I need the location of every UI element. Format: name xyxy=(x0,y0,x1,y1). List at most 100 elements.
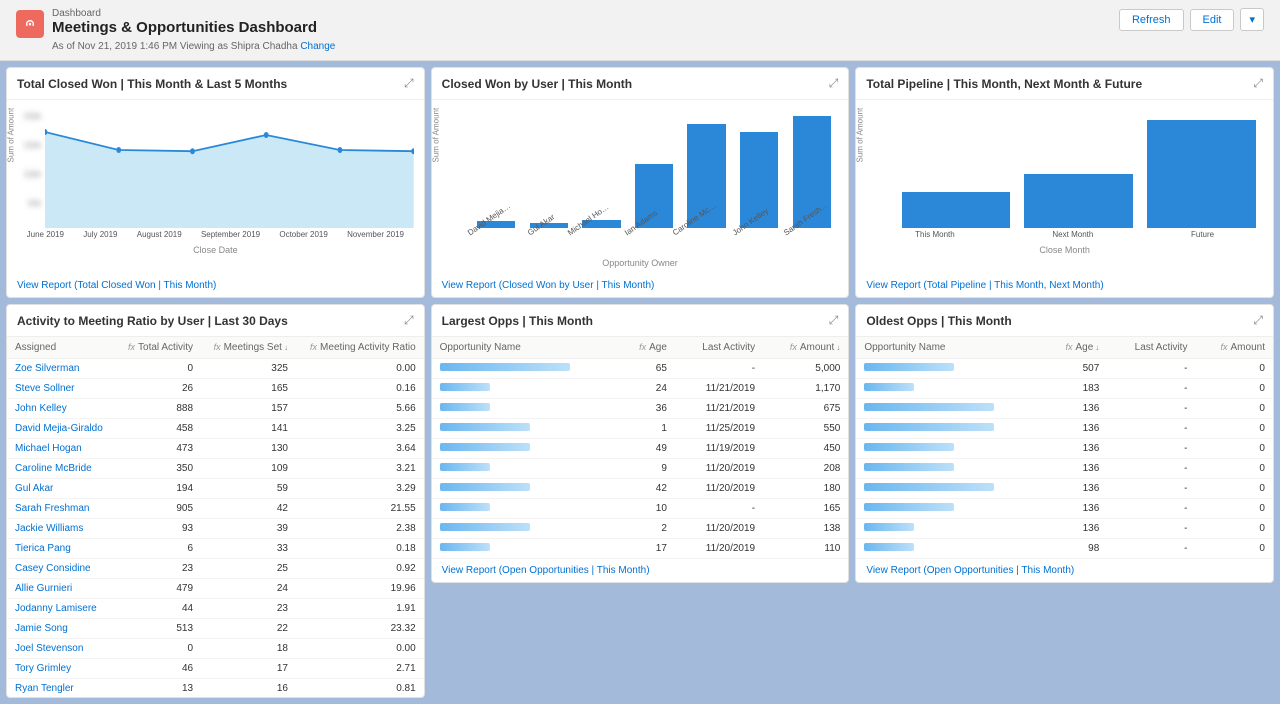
opp-name-redacted[interactable] xyxy=(864,403,994,411)
col-age[interactable]: fxAge↓ xyxy=(1043,337,1107,359)
table-row[interactable]: Steve Sollner261650.16 xyxy=(7,379,424,399)
table-row[interactable]: Sarah Freshman9054221.55 xyxy=(7,499,424,519)
col-assigned[interactable]: Assigned xyxy=(7,337,116,359)
view-report-link[interactable]: View Report (Open Opportunities | This M… xyxy=(432,559,849,582)
expand-icon[interactable]: ⤢ xyxy=(829,313,839,328)
view-report-link[interactable]: View Report (Total Closed Won | This Mon… xyxy=(7,274,424,297)
table-row[interactable]: 136-0 xyxy=(856,459,1273,479)
table-row[interactable]: 507-0 xyxy=(856,359,1273,379)
user-link[interactable]: Casey Considine xyxy=(15,563,91,574)
table-row[interactable]: David Mejia-Giraldo4581413.25 xyxy=(7,419,424,439)
table-row[interactable]: 111/25/2019550 xyxy=(432,419,849,439)
table-row[interactable]: 136-0 xyxy=(856,439,1273,459)
user-link[interactable]: Gul Akar xyxy=(15,483,53,494)
opp-name-redacted[interactable] xyxy=(440,443,530,451)
table-row[interactable]: Jodanny Lamisere44231.91 xyxy=(7,599,424,619)
table-row[interactable]: 3611/21/2019675 xyxy=(432,399,849,419)
table-row[interactable]: 911/20/2019208 xyxy=(432,459,849,479)
change-link[interactable]: Change xyxy=(300,41,335,52)
user-link[interactable]: Ryan Tengler xyxy=(15,683,74,694)
table-row[interactable]: Ryan Tengler13160.81 xyxy=(7,679,424,698)
view-report-link[interactable]: View Report (Open Opportunities | This M… xyxy=(856,559,1273,582)
col-amount[interactable]: fxAmount↓ xyxy=(763,337,848,359)
col-total-activity[interactable]: fxTotal Activity xyxy=(116,337,201,359)
table-row[interactable]: Joel Stevenson0180.00 xyxy=(7,639,424,659)
table-row[interactable]: Casey Considine23250.92 xyxy=(7,559,424,579)
col-age[interactable]: fxAge xyxy=(619,337,675,359)
table-row[interactable]: 4911/19/2019450 xyxy=(432,439,849,459)
opp-name-redacted[interactable] xyxy=(440,423,530,431)
table-row[interactable]: 98-0 xyxy=(856,539,1273,559)
table-row[interactable]: Caroline McBride3501093.21 xyxy=(7,459,424,479)
table-row[interactable]: 1711/20/2019110 xyxy=(432,539,849,559)
opp-name-redacted[interactable] xyxy=(864,463,954,471)
expand-icon[interactable]: ⤢ xyxy=(404,313,414,328)
user-link[interactable]: John Kelley xyxy=(15,403,67,414)
table-row[interactable]: John Kelley8881575.66 xyxy=(7,399,424,419)
opp-name-redacted[interactable] xyxy=(864,523,914,531)
table-row[interactable]: Gul Akar194593.29 xyxy=(7,479,424,499)
table-row[interactable]: Tory Grimley46172.71 xyxy=(7,659,424,679)
opp-name-redacted[interactable] xyxy=(440,483,530,491)
opp-name-redacted[interactable] xyxy=(864,383,914,391)
opp-name-redacted[interactable] xyxy=(440,463,490,471)
table-row[interactable]: Zoe Silverman03250.00 xyxy=(7,359,424,379)
col-opp-name[interactable]: Opportunity Name xyxy=(432,337,619,359)
view-report-link[interactable]: View Report (Closed Won by User | This M… xyxy=(432,274,849,297)
table-row[interactable]: 136-0 xyxy=(856,479,1273,499)
opp-name-redacted[interactable] xyxy=(440,523,530,531)
table-row[interactable]: 136-0 xyxy=(856,419,1273,439)
user-link[interactable]: Tierica Pang xyxy=(15,543,71,554)
opp-name-redacted[interactable] xyxy=(864,443,954,451)
table-row[interactable]: 136-0 xyxy=(856,399,1273,419)
table-row[interactable]: 136-0 xyxy=(856,499,1273,519)
table-row[interactable]: Michael Hogan4731303.64 xyxy=(7,439,424,459)
opp-name-redacted[interactable] xyxy=(864,543,914,551)
user-link[interactable]: Zoe Silverman xyxy=(15,363,79,374)
table-row[interactable]: 183-0 xyxy=(856,379,1273,399)
opp-name-redacted[interactable] xyxy=(440,503,490,511)
expand-icon[interactable]: ⤢ xyxy=(1253,313,1263,328)
table-row[interactable]: 10-165 xyxy=(432,499,849,519)
expand-icon[interactable]: ⤢ xyxy=(829,76,839,91)
col-amount[interactable]: fxAmount xyxy=(1195,337,1273,359)
table-row[interactable]: Tierica Pang6330.18 xyxy=(7,539,424,559)
opp-name-redacted[interactable] xyxy=(440,363,570,371)
user-link[interactable]: Steve Sollner xyxy=(15,383,74,394)
table-row[interactable]: 136-0 xyxy=(856,519,1273,539)
col-last-activity[interactable]: Last Activity xyxy=(675,337,763,359)
col-opp-name[interactable]: Opportunity Name xyxy=(856,337,1043,359)
opp-name-redacted[interactable] xyxy=(440,403,490,411)
table-row[interactable]: Jackie Williams93392.38 xyxy=(7,519,424,539)
opp-name-redacted[interactable] xyxy=(864,503,954,511)
table-row[interactable]: 211/20/2019138 xyxy=(432,519,849,539)
opp-name-redacted[interactable] xyxy=(864,423,994,431)
user-link[interactable]: Caroline McBride xyxy=(15,463,92,474)
col-ratio[interactable]: fxMeeting Activity Ratio xyxy=(296,337,424,359)
user-link[interactable]: Jamie Song xyxy=(15,623,68,634)
user-link[interactable]: Joel Stevenson xyxy=(15,643,83,654)
expand-icon[interactable]: ⤢ xyxy=(404,76,414,91)
user-link[interactable]: Jackie Williams xyxy=(15,523,83,534)
more-button[interactable]: ▾ xyxy=(1240,8,1264,31)
user-link[interactable]: Allie Gurnieri xyxy=(15,583,72,594)
table-row[interactable]: 4211/20/2019180 xyxy=(432,479,849,499)
user-link[interactable]: Tory Grimley xyxy=(15,663,71,674)
expand-icon[interactable]: ⤢ xyxy=(1253,76,1263,91)
user-link[interactable]: Michael Hogan xyxy=(15,443,82,454)
opp-name-redacted[interactable] xyxy=(864,483,994,491)
edit-button[interactable]: Edit xyxy=(1190,9,1235,31)
refresh-button[interactable]: Refresh xyxy=(1119,9,1184,31)
col-last-activity[interactable]: Last Activity xyxy=(1107,337,1195,359)
user-link[interactable]: Sarah Freshman xyxy=(15,503,89,514)
view-report-link[interactable]: View Report (Total Pipeline | This Month… xyxy=(856,274,1273,297)
opp-name-redacted[interactable] xyxy=(864,363,954,371)
opp-name-redacted[interactable] xyxy=(440,383,490,391)
user-link[interactable]: Jodanny Lamisere xyxy=(15,603,97,614)
table-row[interactable]: Allie Gurnieri4792419.96 xyxy=(7,579,424,599)
user-link[interactable]: David Mejia-Giraldo xyxy=(15,423,103,434)
col-meetings-set[interactable]: fxMeetings Set↓ xyxy=(201,337,296,359)
table-row[interactable]: 65-5,000 xyxy=(432,359,849,379)
opp-name-redacted[interactable] xyxy=(440,543,490,551)
table-row[interactable]: 2411/21/20191,170 xyxy=(432,379,849,399)
